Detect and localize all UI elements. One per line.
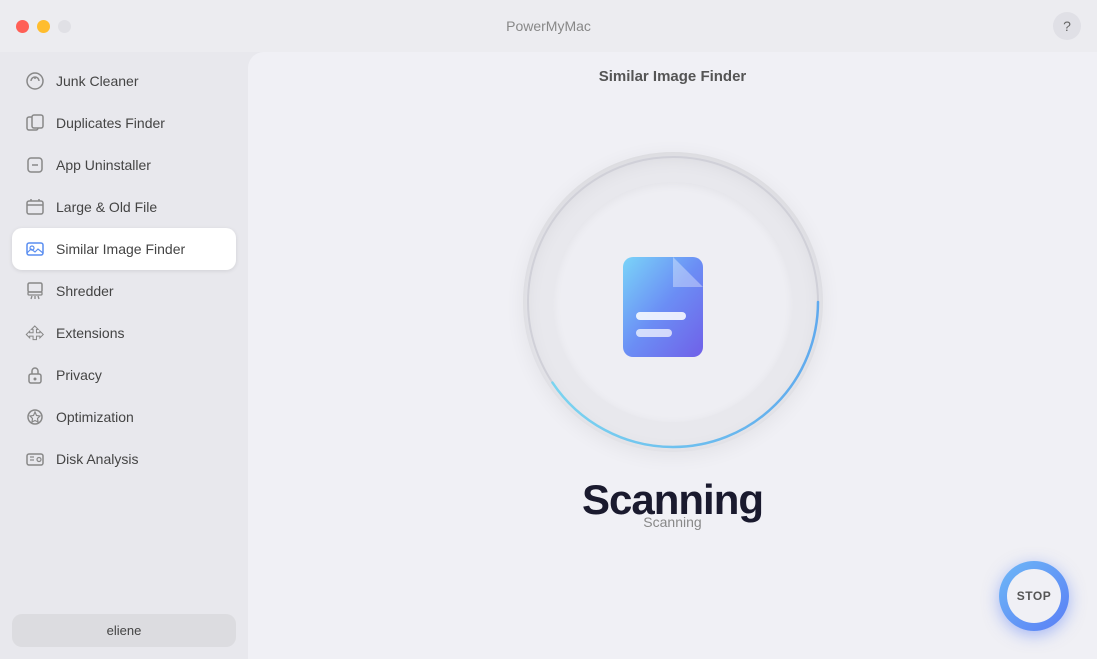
junk-cleaner-icon xyxy=(24,70,46,92)
user-button[interactable]: eliene xyxy=(12,614,236,647)
disk-analysis-icon xyxy=(24,448,46,470)
sidebar-footer: eliene xyxy=(12,606,236,651)
large-old-file-icon xyxy=(24,196,46,218)
sidebar-item-junk-cleaner[interactable]: Junk Cleaner xyxy=(12,60,236,102)
sidebar: Junk Cleaner Duplicates Finder App Uninsta… xyxy=(0,52,248,659)
main-container: Junk Cleaner Duplicates Finder App Uninsta… xyxy=(0,52,1097,659)
stop-button-label: STOP xyxy=(1007,569,1061,623)
sidebar-item-similar-image-finder[interactable]: Similar Image Finder xyxy=(12,228,236,270)
sidebar-item-large-old-file[interactable]: Large & Old File xyxy=(12,186,236,228)
optimization-icon xyxy=(24,406,46,428)
maximize-button xyxy=(58,20,71,33)
content-header: Similar Image Finder xyxy=(599,68,747,85)
sidebar-item-label-app-uninstaller: App Uninstaller xyxy=(56,157,151,173)
extensions-icon xyxy=(24,322,46,344)
sidebar-item-app-uninstaller[interactable]: App Uninstaller xyxy=(12,144,236,186)
sidebar-item-label-similar-image-finder: Similar Image Finder xyxy=(56,241,185,257)
sidebar-item-extensions[interactable]: Extensions xyxy=(12,312,236,354)
scan-subtitle: Scanning xyxy=(643,514,701,530)
traffic-lights xyxy=(16,20,71,33)
duplicates-finder-icon xyxy=(24,112,46,134)
titlebar: PowerMyMac ? xyxy=(0,0,1097,52)
minimize-button[interactable] xyxy=(37,20,50,33)
content-area: Similar Image Finder xyxy=(248,52,1097,659)
sidebar-item-label-privacy: Privacy xyxy=(56,367,102,383)
sidebar-item-label-large-old-file: Large & Old File xyxy=(56,199,157,215)
sidebar-item-duplicates-finder[interactable]: Duplicates Finder xyxy=(12,102,236,144)
sidebar-item-label-duplicates-finder: Duplicates Finder xyxy=(56,115,165,131)
sidebar-item-label-shredder: Shredder xyxy=(56,283,114,299)
app-title: PowerMyMac xyxy=(506,18,591,34)
scan-circle xyxy=(523,152,823,452)
sidebar-item-disk-analysis[interactable]: Disk Analysis xyxy=(12,438,236,480)
help-button[interactable]: ? xyxy=(1053,12,1081,40)
shredder-icon xyxy=(24,280,46,302)
app-uninstaller-icon xyxy=(24,154,46,176)
scan-area: Scanning Scanning xyxy=(523,152,823,530)
sidebar-item-label-junk-cleaner: Junk Cleaner xyxy=(56,73,139,89)
sidebar-item-label-disk-analysis: Disk Analysis xyxy=(56,451,138,467)
sidebar-item-label-extensions: Extensions xyxy=(56,325,124,341)
similar-image-finder-icon xyxy=(24,238,46,260)
close-button[interactable] xyxy=(16,20,29,33)
sidebar-item-privacy[interactable]: Privacy xyxy=(12,354,236,396)
stop-button[interactable]: STOP xyxy=(999,561,1069,631)
sidebar-item-optimization[interactable]: Optimization xyxy=(12,396,236,438)
sidebar-item-shredder[interactable]: Shredder xyxy=(12,270,236,312)
sidebar-item-label-optimization: Optimization xyxy=(56,409,134,425)
privacy-icon xyxy=(24,364,46,386)
file-icon xyxy=(618,237,728,367)
